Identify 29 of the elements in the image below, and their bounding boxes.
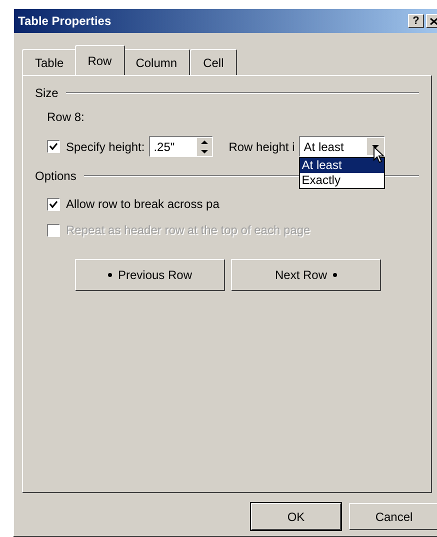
tab[interactable]: Column [122, 49, 190, 75]
cancel-button[interactable]: Cancel [349, 503, 437, 530]
dropdown-option[interactable]: At least [300, 158, 384, 173]
bullet-icon [333, 273, 337, 277]
row-height-label: Row height i [228, 138, 295, 156]
window-title: Table Properties [18, 13, 112, 30]
row-number-label: Row 8: [47, 109, 86, 126]
dropdown-value: At least [302, 138, 345, 156]
group-label: Size [35, 85, 58, 102]
close-icon [430, 18, 437, 24]
checkbox[interactable] [47, 140, 60, 153]
bullet-icon [108, 273, 112, 277]
checkbox[interactable] [47, 198, 60, 210]
spin-up-icon[interactable] [196, 138, 212, 146]
checkbox-label: Allow row to break across pa [66, 196, 220, 213]
help-button[interactable]: ? [408, 14, 424, 28]
tab[interactable]: Table [22, 49, 77, 75]
tab[interactable]: Row [74, 45, 125, 75]
checkbox-label: Specify height: [66, 138, 145, 156]
height-spin-field[interactable]: .25" [148, 136, 213, 157]
row-height-dropdown[interactable]: At least [298, 136, 385, 157]
previous-row-button[interactable]: Previous Row [75, 259, 225, 291]
ok-button[interactable]: OK [251, 503, 341, 530]
group-label: Options [35, 168, 76, 185]
height-value: .25" [152, 138, 176, 156]
spin-down-icon[interactable] [196, 146, 212, 156]
next-row-button[interactable]: Next Row [231, 259, 381, 291]
tab[interactable]: Cell [190, 49, 237, 75]
dropdown-option[interactable]: Exactly [300, 173, 384, 188]
